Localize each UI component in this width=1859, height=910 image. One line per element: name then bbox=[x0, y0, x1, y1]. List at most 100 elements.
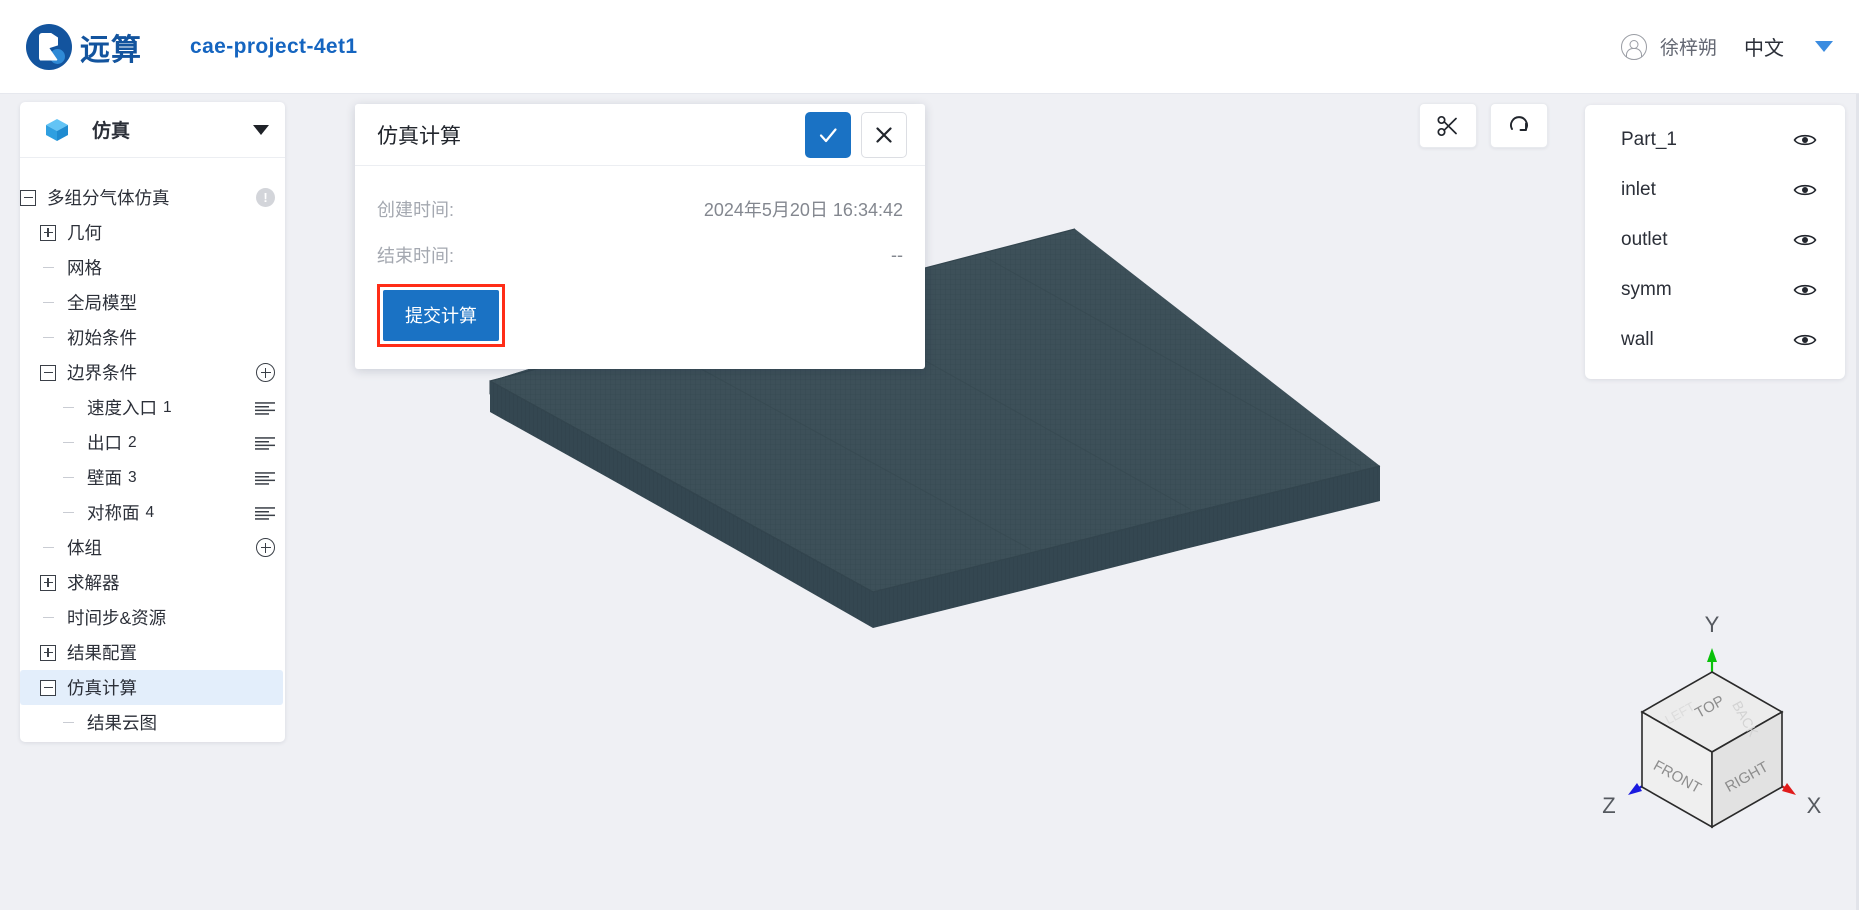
rotate-icon bbox=[1510, 115, 1528, 131]
tree-item[interactable]: 时间步&资源 bbox=[20, 600, 285, 635]
eye-icon[interactable] bbox=[1793, 232, 1817, 248]
eye-icon[interactable] bbox=[1793, 182, 1817, 198]
part-name: Part_1 bbox=[1621, 129, 1677, 150]
tree-item-label: 仿真计算 bbox=[67, 678, 137, 698]
expand-icon[interactable] bbox=[40, 224, 56, 241]
tree-item-label: 壁面 bbox=[87, 468, 122, 488]
tree-item[interactable]: 对称面 4 bbox=[20, 495, 285, 530]
language-label[interactable]: 中文 bbox=[1744, 32, 1784, 61]
end-time-value: -- bbox=[891, 244, 903, 265]
add-item-icon[interactable] bbox=[256, 538, 275, 557]
tree-item[interactable]: 几何 bbox=[20, 215, 285, 250]
simulation-sidebar: 仿真 多组分气体仿真! 几何网格全局模型初始条件边界条件速度入口 1 出口 2 壁面 3 对称… bbox=[20, 102, 285, 742]
tree-item-label: 对称面 bbox=[87, 503, 140, 523]
list-menu-icon[interactable] bbox=[255, 506, 275, 520]
tree-item[interactable]: 出口 2 bbox=[20, 425, 285, 460]
dialog-header: 仿真计算 bbox=[355, 104, 925, 166]
confirm-button[interactable] bbox=[805, 111, 851, 158]
tree-item-index: 4 bbox=[145, 503, 155, 521]
part-row[interactable]: Part_1 bbox=[1585, 115, 1845, 165]
list-menu-icon[interactable] bbox=[255, 436, 275, 450]
parts-visibility-panel: Part_1inlet outlet symm wall bbox=[1585, 105, 1845, 379]
tree-branch-line bbox=[40, 260, 56, 276]
scissors-icon bbox=[1437, 115, 1457, 136]
tree-item-label: 边界条件 bbox=[67, 363, 137, 383]
project-tree: 多组分气体仿真! 几何网格全局模型初始条件边界条件速度入口 1 出口 2 壁面 3 对称面 4 体… bbox=[20, 158, 285, 740]
tree-item-label: 几何 bbox=[67, 223, 102, 243]
tree-item-index: 2 bbox=[128, 433, 137, 451]
view-toolbar bbox=[1419, 103, 1548, 148]
brand-logo[interactable]: 远算 bbox=[26, 23, 142, 70]
sidebar-header[interactable]: 仿真 bbox=[20, 102, 285, 158]
part-row[interactable]: symm bbox=[1585, 265, 1845, 315]
top-bar: 远算 cae-project-4et1 徐梓朔 中文 bbox=[0, 0, 1859, 94]
tree-item-label: 初始条件 bbox=[67, 328, 137, 348]
list-menu-icon[interactable] bbox=[255, 471, 275, 485]
tree-item[interactable]: 结果配置 bbox=[20, 635, 285, 670]
list-menu-icon[interactable] bbox=[255, 401, 275, 415]
tree-branch-line bbox=[60, 435, 76, 451]
chevron-down-icon[interactable] bbox=[253, 124, 269, 135]
tree-item-label: 体组 bbox=[67, 538, 102, 558]
tree-item[interactable]: 体组 bbox=[20, 530, 285, 565]
reset-view-button[interactable] bbox=[1490, 103, 1548, 148]
tree-item[interactable]: 初始条件 bbox=[20, 320, 285, 355]
clip-tool-button[interactable] bbox=[1419, 103, 1477, 148]
tree-item[interactable]: 边界条件 bbox=[20, 355, 285, 390]
part-row[interactable]: outlet bbox=[1585, 215, 1845, 265]
tree-branch-line bbox=[40, 330, 56, 346]
tree-item-label: 结果配置 bbox=[67, 643, 137, 663]
tree-item[interactable]: 全局模型 bbox=[20, 285, 285, 320]
part-row[interactable]: wall bbox=[1585, 315, 1845, 365]
chevron-down-icon[interactable] bbox=[1815, 41, 1833, 52]
part-name: inlet bbox=[1621, 179, 1656, 200]
tree-item[interactable]: 求解器 bbox=[20, 565, 285, 600]
part-row[interactable]: inlet bbox=[1585, 165, 1845, 215]
tree-item[interactable]: 网格 bbox=[20, 250, 285, 285]
warning-badge-icon: ! bbox=[256, 188, 275, 207]
eye-icon[interactable] bbox=[1793, 282, 1817, 298]
create-time-row: 创建时间: 2024年5月20日 16:34:42 bbox=[377, 186, 903, 232]
tree-item[interactable]: 结果云图 bbox=[20, 705, 285, 740]
collapse-icon[interactable] bbox=[40, 364, 56, 381]
simulation-run-dialog: 仿真计算 创建时间: 2024年5月20日 16:34:42 结束时间: -- … bbox=[355, 104, 925, 369]
tree-item-label: 多组分气体仿真 bbox=[47, 188, 170, 208]
user-name[interactable]: 徐梓朔 bbox=[1660, 33, 1717, 60]
axis-label-x: X bbox=[1807, 793, 1822, 818]
add-item-icon[interactable] bbox=[256, 363, 275, 382]
user-circle-icon bbox=[1620, 33, 1647, 60]
logo-icon bbox=[26, 23, 72, 70]
eye-icon[interactable] bbox=[1793, 332, 1817, 348]
tree-item[interactable]: 壁面 3 bbox=[20, 460, 285, 495]
collapse-icon[interactable] bbox=[20, 189, 36, 206]
tree-item[interactable]: 仿真计算 bbox=[20, 670, 283, 705]
part-name: outlet bbox=[1621, 229, 1668, 250]
tree-branch-line bbox=[60, 400, 76, 416]
dialog-body: 创建时间: 2024年5月20日 16:34:42 结束时间: -- 提交计算 bbox=[355, 166, 925, 369]
end-time-label: 结束时间: bbox=[377, 246, 455, 266]
tree-item-label: 出口 bbox=[87, 433, 122, 453]
tree-branch-line bbox=[60, 715, 76, 731]
project-title[interactable]: cae-project-4et1 bbox=[190, 35, 357, 59]
tree-item-label: 全局模型 bbox=[67, 293, 137, 313]
tree-branch-line bbox=[40, 540, 56, 556]
tree-item[interactable]: 多组分气体仿真! bbox=[20, 180, 285, 215]
tree-branch-line bbox=[60, 505, 76, 521]
tree-item[interactable]: 速度入口 1 bbox=[20, 390, 285, 425]
cancel-button[interactable] bbox=[861, 111, 907, 158]
axis-label-z: Z bbox=[1602, 793, 1615, 818]
collapse-icon[interactable] bbox=[40, 679, 56, 696]
expand-icon[interactable] bbox=[40, 574, 56, 591]
eye-icon[interactable] bbox=[1793, 132, 1817, 148]
expand-icon[interactable] bbox=[40, 644, 56, 661]
tree-branch-line bbox=[40, 295, 56, 311]
part-name: wall bbox=[1621, 329, 1654, 350]
submit-calculation-button[interactable]: 提交计算 bbox=[383, 290, 499, 341]
tree-item-index: 3 bbox=[128, 468, 137, 486]
create-time-value: 2024年5月20日 16:34:42 bbox=[703, 200, 903, 220]
create-time-label: 创建时间: bbox=[377, 200, 455, 220]
orientation-cube-widget[interactable]: TOP FRONT RIGHT BACK LEFT Y X Z bbox=[1560, 595, 1830, 835]
axis-label-y: Y bbox=[1705, 612, 1720, 637]
check-icon bbox=[819, 127, 837, 142]
brand-name: 远算 bbox=[80, 33, 142, 67]
